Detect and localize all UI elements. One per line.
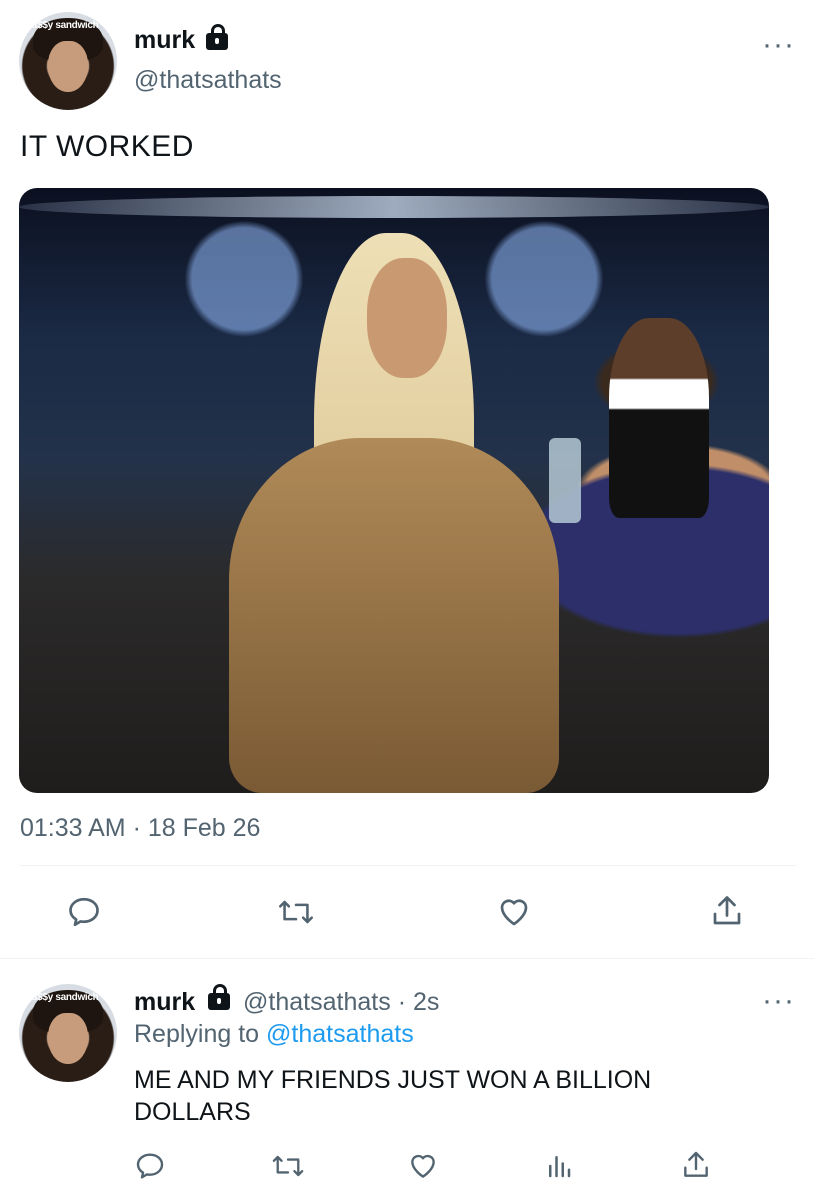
avatar-face bbox=[48, 41, 88, 93]
reply-like-button[interactable] bbox=[406, 1150, 440, 1182]
reply-author-handle[interactable]: @thatsathats bbox=[243, 988, 391, 1016]
reply-separator: · bbox=[397, 988, 407, 1016]
divider-top bbox=[20, 865, 796, 866]
reply-header-row: murk @thatsathats · 2s bbox=[134, 983, 439, 1017]
reply-more-options-icon[interactable]: ··· bbox=[762, 986, 795, 1016]
timestamp-separator: · bbox=[132, 814, 141, 842]
stage-light-ring bbox=[19, 196, 769, 218]
reply-author-avatar[interactable]: Pu$$y sandwich bbox=[19, 984, 117, 1082]
reply-retweet-button[interactable] bbox=[270, 1150, 306, 1182]
replying-to-label: Replying to bbox=[134, 1020, 260, 1048]
timestamp-row: 01:33 AM · 18 Feb 26 bbox=[20, 814, 260, 843]
avatar-caption: Pu$$y sandwich bbox=[24, 991, 99, 1003]
retweet-icon bbox=[272, 1155, 304, 1177]
tweet-date[interactable]: 18 Feb 26 bbox=[148, 814, 261, 842]
reply-button[interactable] bbox=[66, 894, 102, 930]
reply-reply-button[interactable] bbox=[134, 1150, 166, 1182]
reply-time[interactable]: 2s bbox=[413, 988, 439, 1016]
reply-stats-button[interactable] bbox=[544, 1150, 574, 1182]
replying-to-row: Replying to @thatsathats bbox=[134, 1020, 414, 1049]
author-handle[interactable]: @thatsathats bbox=[134, 66, 282, 95]
share-icon bbox=[713, 896, 741, 925]
author-avatar[interactable]: Pu$$y sandwich bbox=[19, 12, 117, 110]
reply-author-name[interactable]: murk bbox=[134, 988, 195, 1016]
more-options-icon[interactable]: ··· bbox=[762, 30, 795, 60]
heart-icon bbox=[500, 899, 528, 926]
background-man bbox=[609, 318, 709, 518]
figure-face bbox=[367, 258, 447, 378]
avatar-caption: Pu$$y sandwich bbox=[24, 19, 99, 31]
reply-text-line-2: DOLLARS bbox=[134, 1098, 251, 1126]
lock-icon bbox=[205, 24, 228, 51]
like-button[interactable] bbox=[495, 894, 533, 930]
retweet-button[interactable] bbox=[276, 894, 316, 930]
tweet-time[interactable]: 01:33 AM bbox=[20, 814, 126, 842]
figure-dress bbox=[229, 438, 559, 793]
heart-icon bbox=[411, 1154, 435, 1178]
share-icon bbox=[684, 1151, 708, 1177]
share-button[interactable] bbox=[709, 892, 745, 930]
reply-icon bbox=[69, 897, 99, 927]
reply-text: ME AND MY FRIENDS JUST WON A BILLION DOL… bbox=[134, 1064, 651, 1128]
reply-icon bbox=[136, 1153, 164, 1179]
reply-text-line-1: ME AND MY FRIENDS JUST WON A BILLION bbox=[134, 1066, 652, 1094]
reply-share-button[interactable] bbox=[680, 1148, 712, 1182]
tweet-media-image[interactable] bbox=[19, 188, 769, 793]
author-name-row: murk bbox=[134, 24, 228, 56]
tweet-text: IT WORKED bbox=[20, 130, 194, 163]
retweet-icon bbox=[279, 900, 313, 924]
lock-icon bbox=[208, 983, 231, 1010]
table-bottle bbox=[549, 438, 581, 523]
bar-chart-icon bbox=[549, 1156, 571, 1178]
author-name[interactable]: murk bbox=[134, 26, 195, 54]
avatar-face bbox=[48, 1013, 88, 1065]
replying-to-link[interactable]: @thatsathats bbox=[266, 1020, 414, 1048]
divider-bottom bbox=[0, 958, 814, 959]
